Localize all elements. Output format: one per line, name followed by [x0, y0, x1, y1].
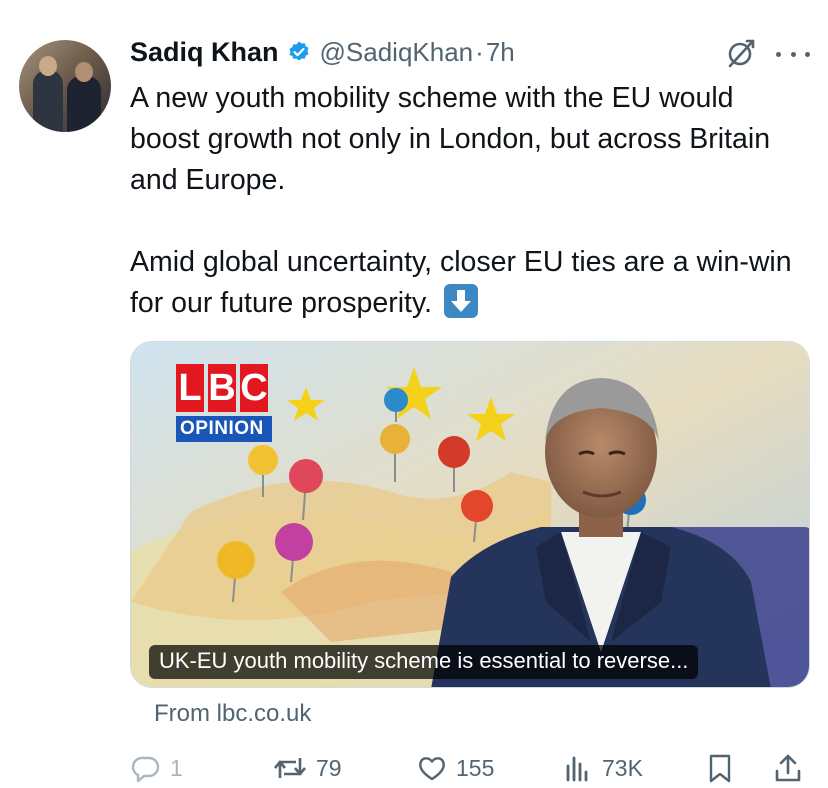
like-count: 155 — [456, 754, 495, 781]
share-button[interactable] — [772, 748, 812, 788]
author-avatar[interactable] — [19, 40, 111, 132]
reply-button[interactable]: 1 — [130, 748, 183, 788]
grok-icon[interactable] — [724, 36, 758, 70]
avatar-figure — [75, 62, 93, 82]
repost-icon — [274, 758, 306, 778]
lbc-logo-letters: L B C — [176, 364, 272, 412]
more-dot — [805, 51, 810, 57]
more-dot — [776, 51, 781, 57]
link-card[interactable]: L B C OPINION UK-EU youth mobility schem… — [130, 341, 810, 688]
down-arrow-icon — [443, 284, 478, 318]
tweet-text: A new youth mobility scheme with the EU … — [130, 78, 810, 324]
lbc-logo: L B C OPINION — [176, 364, 272, 442]
heart-icon — [419, 757, 445, 781]
tweet-paragraph: Amid global uncertainty, closer EU ties … — [130, 242, 810, 324]
header-separator: · — [475, 36, 484, 67]
bookmark-icon — [709, 754, 731, 783]
tweet-actions: 1 79 155 73K — [130, 748, 810, 788]
bookmark-button[interactable] — [704, 748, 744, 788]
author-handle[interactable]: @SadiqKhan — [320, 37, 474, 68]
views-icon — [566, 756, 588, 782]
views-count: 73K — [602, 754, 643, 781]
views-button[interactable]: 73K — [562, 748, 643, 788]
lbc-letter: B — [208, 364, 236, 412]
card-source-link[interactable]: From lbc.co.uk — [154, 700, 311, 728]
tweet-header: Sadiq Khan @SadiqKhan · 7h — [130, 34, 515, 70]
avatar-figure — [39, 56, 57, 76]
avatar-figure — [33, 70, 63, 132]
tweet-paragraph: A new youth mobility scheme with the EU … — [130, 82, 771, 196]
repost-count: 79 — [316, 754, 342, 781]
lbc-opinion-label: OPINION — [176, 416, 272, 442]
more-dot — [790, 51, 796, 57]
author-name[interactable]: Sadiq Khan — [130, 37, 279, 68]
share-icon — [775, 754, 801, 782]
lbc-letter: L — [176, 364, 204, 412]
like-button[interactable]: 155 — [416, 748, 494, 788]
repost-button[interactable]: 79 — [272, 748, 342, 788]
reply-count: 1 — [170, 754, 183, 781]
lbc-letter: C — [240, 364, 268, 412]
tweet-timestamp[interactable]: 7h — [486, 37, 515, 68]
more-icon[interactable] — [776, 44, 810, 64]
card-title[interactable]: UK-EU youth mobility scheme is essential… — [149, 645, 699, 679]
avatar-figure — [67, 76, 101, 132]
reply-icon — [131, 756, 160, 783]
verified-badge-icon — [289, 41, 309, 61]
